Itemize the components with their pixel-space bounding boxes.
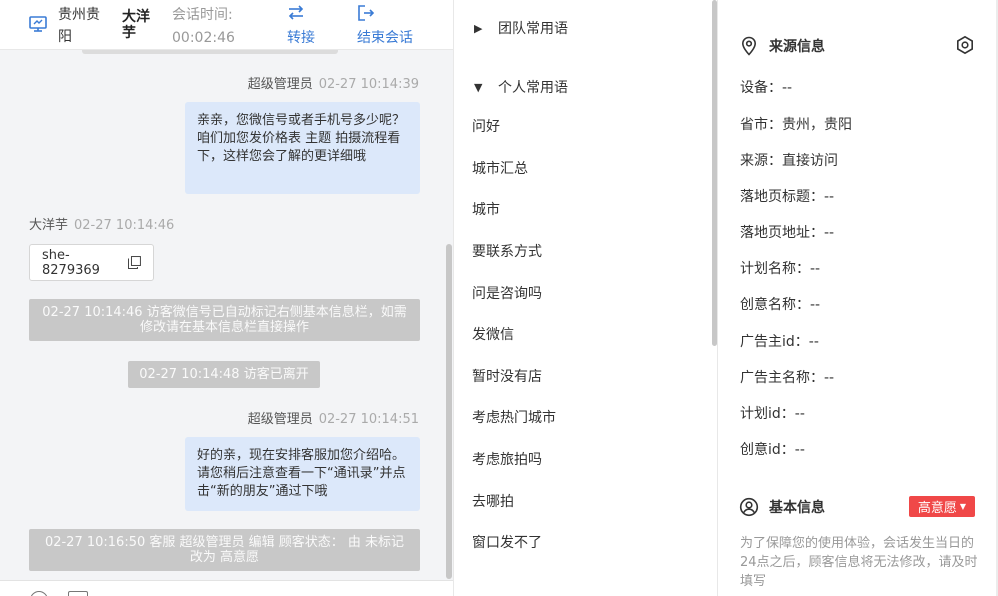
edit-deadline-notice: 为了保障您的使用体验，会话发生当日的24点之后，顾客信息将无法修改，请及时填写 (740, 536, 978, 589)
image-icon[interactable] (68, 591, 88, 596)
visitor-wechat-id: she-8279369 (42, 247, 100, 278)
location-pin-icon (739, 36, 759, 56)
section-title: 基本信息 (769, 500, 825, 516)
info-row-device: 设备：-- (740, 80, 793, 96)
info-row-advertiser-id: 广告主id：-- (740, 334, 819, 350)
copy-icon[interactable] (128, 256, 141, 269)
end-session-button[interactable]: 结束会话 (357, 4, 421, 48)
intent-status-dropdown[interactable]: 高意愿 ▼ (909, 496, 975, 517)
phrase-item[interactable]: 要联系方式 (472, 242, 542, 262)
monitor-icon (28, 14, 48, 34)
settings-icon[interactable] (955, 35, 975, 55)
visitor-info-panel: 来源信息 设备：-- 省市：贵州，贵阳 来源：直接访问 落地页标题：-- 落地页… (719, 0, 998, 596)
info-row-plan-id: 计划id：-- (740, 406, 805, 422)
emoji-icon[interactable] (30, 591, 48, 596)
phrase-group-label: 个人常用语 (498, 80, 568, 96)
session-time-label: 会话时间: (172, 7, 233, 23)
info-row-creative-name: 创意名称：-- (740, 297, 821, 313)
message-meta: 大洋芋 02-27 10:14:46 (29, 217, 174, 235)
phrase-item[interactable]: 问是咨询吗 (472, 284, 542, 304)
visitor-message-chip[interactable]: she-8279369 (29, 244, 154, 281)
info-row-creative-id: 创意id：-- (740, 442, 805, 458)
caret-down-icon: ▼ (474, 80, 483, 94)
session-time-value: 00:02:46 (172, 30, 235, 46)
agent-message-bubble: 亲亲，您微信号或者手机号多少呢？咱们加您发价格表 主题 拍摄流程看下，这样您会了… (185, 102, 420, 194)
info-row-region: 省市：贵州，贵阳 (740, 117, 852, 133)
system-notice: 02-27 10:14:46 访客微信号已自动标记右侧基本信息栏，如需修改请在基… (29, 299, 420, 341)
visitor-location: 贵州贵阳 (58, 7, 100, 45)
exit-icon (358, 5, 375, 21)
agent-message-bubble: 好的亲，现在安排客服加您介绍哈。请您稍后注意查看一下“通讯录”并点击“新的朋友”… (185, 437, 420, 511)
info-row-advertiser-name: 广告主名称：-- (740, 370, 835, 386)
caret-down-icon: ▼ (959, 502, 967, 511)
quick-phrases-panel: ▶ 团队常用语 ▼ 个人常用语 问好 城市汇总 城市 要联系方式 问是咨询吗 发… (453, 0, 718, 596)
source-info-header: 来源信息 (739, 36, 825, 56)
message-meta: 超级管理员 02-27 10:14:51 (248, 411, 419, 429)
intent-status-label: 高意愿 (917, 501, 957, 516)
phrase-item[interactable]: 去哪拍 (472, 492, 514, 512)
visitor-name: 大洋芋 (122, 9, 150, 41)
phrase-item[interactable]: 考虑旅拍吗 (472, 450, 542, 470)
phrase-group-personal[interactable]: ▼ 个人常用语 (474, 77, 568, 97)
info-row-source: 来源：直接访问 (740, 153, 838, 169)
section-title: 来源信息 (769, 39, 825, 55)
phrases-scrollbar[interactable] (712, 0, 717, 346)
system-notice: 02-27 10:16:50 客服 超级管理员 编辑 顾客状态： 由 未标记 改… (29, 529, 420, 571)
phrase-item[interactable]: 城市 (472, 200, 500, 220)
phrase-item[interactable]: 暂时没有店 (472, 367, 542, 387)
phrase-item[interactable]: 问好 (472, 117, 500, 137)
transfer-button[interactable]: 转接 (286, 4, 326, 48)
info-row-landing-title: 落地页标题：-- (740, 189, 835, 205)
transfer-label: 转接 (287, 30, 315, 46)
system-notice: 02-27 10:14:48 访客已离开 (128, 361, 320, 388)
message-sender: 超级管理员 (247, 77, 313, 92)
chat-header: 贵州贵阳 大洋芋 会话时间: 00:02:46 转接 结束会话 (0, 0, 453, 50)
phrase-group-label: 团队常用语 (498, 21, 568, 37)
transfer-icon (288, 5, 304, 20)
chat-panel: 贵州贵阳 大洋芋 会话时间: 00:02:46 转接 结束会话 超级管理员 02-… (0, 0, 453, 596)
info-row-landing-url: 落地页地址：-- (740, 225, 835, 241)
basic-info-header: 基本信息 (739, 497, 825, 517)
message-sender: 大洋芋 (29, 218, 69, 233)
caret-right-icon: ▶ (474, 21, 483, 35)
phrase-item[interactable]: 考虑热门城市 (472, 408, 556, 428)
phrase-item[interactable]: 窗口发不了 (472, 533, 542, 553)
chat-scrollbar[interactable] (446, 244, 452, 579)
end-session-label: 结束会话 (357, 30, 413, 46)
message-meta: 超级管理员 02-27 10:14:39 (248, 76, 419, 94)
message-time: 02-27 10:14:39 (318, 77, 419, 92)
message-time: 02-27 10:14:51 (318, 412, 419, 427)
phrase-item[interactable]: 发微信 (472, 325, 514, 345)
info-row-plan-name: 计划名称：-- (740, 261, 821, 277)
history-divider (82, 50, 338, 54)
phrase-group-team[interactable]: ▶ 团队常用语 (474, 18, 568, 38)
user-icon (739, 497, 759, 517)
chat-input-toolbar[interactable] (0, 580, 453, 596)
phrase-item[interactable]: 城市汇总 (472, 159, 528, 179)
message-time: 02-27 10:14:46 (74, 218, 175, 233)
message-sender: 超级管理员 (247, 412, 313, 427)
